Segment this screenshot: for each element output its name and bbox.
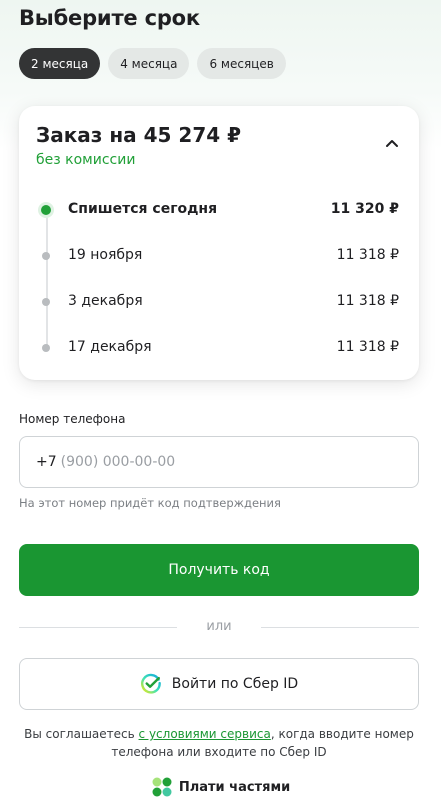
phone-label: Номер телефона (19, 412, 126, 426)
timeline-line (46, 210, 48, 350)
or-separator: или (206, 619, 232, 634)
payment-date: 17 декабря (68, 339, 152, 355)
sber-id-button[interactable]: Войти по Сбер ID (19, 658, 419, 710)
timeline-dot-active (41, 205, 51, 215)
order-card: Заказ на 45 274 ₽ без комиссии Спишется … (19, 106, 419, 380)
commission-note: без комиссии (36, 152, 136, 168)
payment-amount: 11 318 ₽ (336, 339, 399, 355)
term-tabs: 2 месяца 4 месяца 6 месяцев (19, 48, 286, 79)
payment-date: Спишется сегодня (68, 201, 218, 217)
legal-text-before: Вы соглашаетесь (24, 727, 139, 741)
divider-right (261, 627, 419, 628)
order-total: Заказ на 45 274 ₽ (36, 123, 242, 147)
divider-left (19, 627, 177, 628)
schedule-row: 3 декабря 11 318 ₽ (36, 292, 399, 312)
phone-prefix: +7 (36, 454, 57, 470)
schedule-row: Спишется сегодня 11 320 ₽ (36, 200, 399, 220)
timeline-dot (42, 344, 50, 352)
plati-chastyami-logo (152, 777, 172, 797)
terms-link[interactable]: с условиями сервиса (139, 727, 271, 741)
payment-date: 19 ноября (68, 247, 143, 263)
brand-name: Плати частями (178, 779, 291, 795)
sber-id-icon (140, 673, 161, 694)
payment-amount: 11 320 ₽ (330, 201, 399, 217)
schedule-row: 17 декабря 11 318 ₽ (36, 338, 399, 358)
timeline-dot (42, 298, 50, 306)
phone-hint: На этот номер придёт код подтверждения (19, 496, 281, 510)
legal-notice: Вы соглашаетесь с условиями сервиса, ког… (19, 725, 419, 761)
chevron-up-icon[interactable] (385, 138, 399, 148)
brand-footer: Плати частями (0, 776, 441, 798)
schedule-row: 19 ноября 11 318 ₽ (36, 246, 399, 266)
tab-6-months[interactable]: 6 месяцев (197, 48, 286, 79)
sber-id-label: Войти по Сбер ID (171, 676, 299, 692)
timeline-dot (42, 252, 50, 260)
payment-amount: 11 318 ₽ (336, 247, 399, 263)
payment-date: 3 декабря (68, 293, 143, 309)
get-code-button[interactable]: Получить код (19, 544, 419, 596)
tab-2-months[interactable]: 2 месяца (19, 48, 101, 79)
tab-4-months[interactable]: 4 месяца (108, 48, 190, 79)
phone-input[interactable]: +7 (900) 000-00-00 (19, 436, 419, 488)
payment-amount: 11 318 ₽ (336, 293, 399, 309)
page-title: Выберите срок (19, 6, 200, 30)
phone-placeholder: (900) 000-00-00 (60, 454, 176, 470)
